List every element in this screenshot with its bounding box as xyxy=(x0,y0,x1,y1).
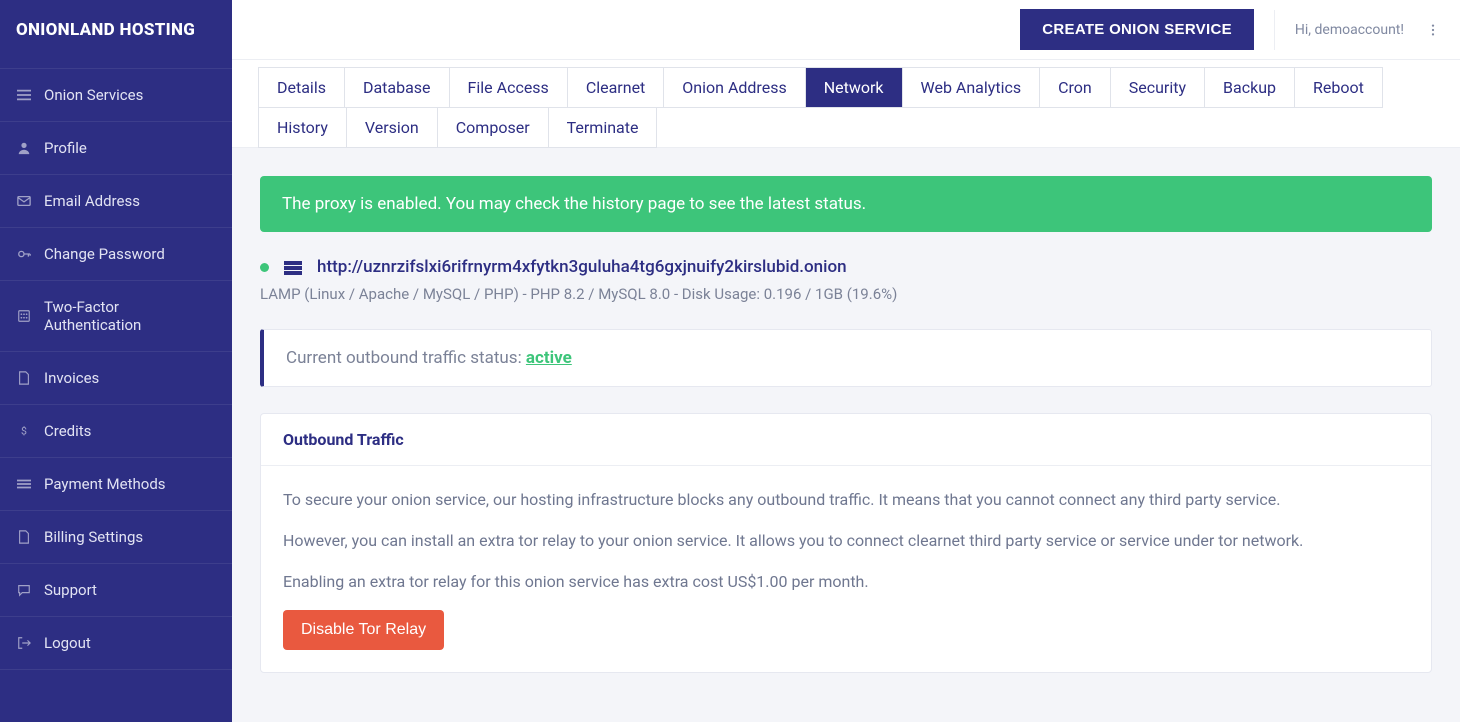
outbound-panel-title: Outbound Traffic xyxy=(261,414,1431,466)
sidebar-item-label: Logout xyxy=(44,634,91,652)
svg-text:$: $ xyxy=(21,425,27,438)
status-active-link[interactable]: active xyxy=(526,348,572,368)
sidebar-item-2fa[interactable]: Two-Factor Authentication xyxy=(0,281,232,352)
brand-title: ONIONLAND HOSTING xyxy=(0,0,232,60)
sidebar-item-change-password[interactable]: Change Password xyxy=(0,228,232,281)
tab-terminate[interactable]: Terminate xyxy=(548,107,658,148)
sidebar-item-label: Change Password xyxy=(44,245,165,263)
status-prefix: Current outbound traffic status: xyxy=(286,348,526,368)
status-card-label: Current outbound traffic status: active xyxy=(286,348,572,368)
outbound-p1: To secure your onion service, our hostin… xyxy=(283,488,1409,513)
tab-version[interactable]: Version xyxy=(346,107,438,148)
sidebar-item-label: Email Address xyxy=(44,192,140,210)
tab-network[interactable]: Network xyxy=(805,67,903,108)
dollar-icon: $ xyxy=(16,423,32,439)
sidebar-item-support[interactable]: Support xyxy=(0,564,232,617)
tab-composer[interactable]: Composer xyxy=(437,107,549,148)
tabs: Details Database File Access Clearnet On… xyxy=(232,60,1460,148)
sidebar-item-label: Profile xyxy=(44,139,87,157)
status-card: Current outbound traffic status: active xyxy=(260,329,1432,387)
sidebar-item-invoices[interactable]: Invoices xyxy=(0,352,232,405)
sidebar: ONIONLAND HOSTING Onion Services Profile… xyxy=(0,0,232,722)
tab-onion-address[interactable]: Onion Address xyxy=(663,67,805,108)
sidebar-item-label: Support xyxy=(44,581,97,599)
tab-cron[interactable]: Cron xyxy=(1039,67,1111,108)
file2-icon xyxy=(16,529,32,545)
list2-icon xyxy=(16,476,32,492)
user-icon xyxy=(16,140,32,156)
sidebar-item-label: Two-Factor Authentication xyxy=(44,298,216,334)
tab-history[interactable]: History xyxy=(258,107,347,148)
tab-details[interactable]: Details xyxy=(258,67,345,108)
sidebar-item-payment-methods[interactable]: Payment Methods xyxy=(0,458,232,511)
outbound-p2: However, you can install an extra tor re… xyxy=(283,529,1409,554)
main-panel: CREATE ONION SERVICE Hi, demoaccount! De… xyxy=(232,0,1460,722)
key-icon xyxy=(16,246,32,262)
sidebar-item-billing-settings[interactable]: Billing Settings xyxy=(0,511,232,564)
tab-file-access[interactable]: File Access xyxy=(449,67,568,108)
sidebar-item-label: Onion Services xyxy=(44,86,143,104)
sidebar-item-label: Payment Methods xyxy=(44,475,166,493)
sidebar-item-label: Billing Settings xyxy=(44,528,143,546)
alert-success: The proxy is enabled. You may check the … xyxy=(260,176,1432,232)
service-url-row: http://uznrzifslxi6rifrnyrm4xfytkn3guluh… xyxy=(260,257,1432,277)
outbound-panel-body: To secure your onion service, our hostin… xyxy=(261,466,1431,672)
outbound-p3: Enabling an extra tor relay for this oni… xyxy=(283,570,1409,595)
keypad-icon xyxy=(16,308,32,324)
status-dot-icon xyxy=(260,263,269,272)
sidebar-item-profile[interactable]: Profile xyxy=(0,122,232,175)
content: The proxy is enabled. You may check the … xyxy=(232,148,1460,722)
tab-database[interactable]: Database xyxy=(344,67,450,108)
tab-backup[interactable]: Backup xyxy=(1204,67,1295,108)
header-divider xyxy=(1274,10,1275,50)
sidebar-item-logout[interactable]: Logout xyxy=(0,617,232,670)
sidebar-nav: Onion Services Profile Email Address Cha… xyxy=(0,60,232,678)
outbound-panel: Outbound Traffic To secure your onion se… xyxy=(260,413,1432,673)
sidebar-item-email[interactable]: Email Address xyxy=(0,175,232,228)
service-meta: LAMP (Linux / Apache / MySQL / PHP) - PH… xyxy=(260,285,1432,303)
tab-clearnet[interactable]: Clearnet xyxy=(567,67,664,108)
greeting-text: Hi, demoaccount! xyxy=(1295,22,1404,38)
file-icon xyxy=(16,370,32,386)
sidebar-item-label: Credits xyxy=(44,422,91,440)
tab-reboot[interactable]: Reboot xyxy=(1294,67,1383,108)
create-onion-service-button[interactable]: CREATE ONION SERVICE xyxy=(1020,9,1254,50)
server-icon xyxy=(284,260,302,274)
onion-url: http://uznrzifslxi6rifrnyrm4xfytkn3guluh… xyxy=(317,257,847,277)
disable-tor-relay-button[interactable]: Disable Tor Relay xyxy=(283,610,444,650)
header: CREATE ONION SERVICE Hi, demoaccount! xyxy=(232,0,1460,60)
list-icon xyxy=(16,87,32,103)
chat-icon xyxy=(16,582,32,598)
tab-web-analytics[interactable]: Web Analytics xyxy=(902,67,1041,108)
logout-icon xyxy=(16,635,32,651)
envelope-icon xyxy=(16,193,32,209)
sidebar-item-label: Invoices xyxy=(44,369,99,387)
sidebar-item-onion-services[interactable]: Onion Services xyxy=(0,68,232,122)
tab-security[interactable]: Security xyxy=(1110,67,1205,108)
menu-kebab-icon[interactable] xyxy=(1424,21,1442,39)
sidebar-item-credits[interactable]: $ Credits xyxy=(0,405,232,458)
